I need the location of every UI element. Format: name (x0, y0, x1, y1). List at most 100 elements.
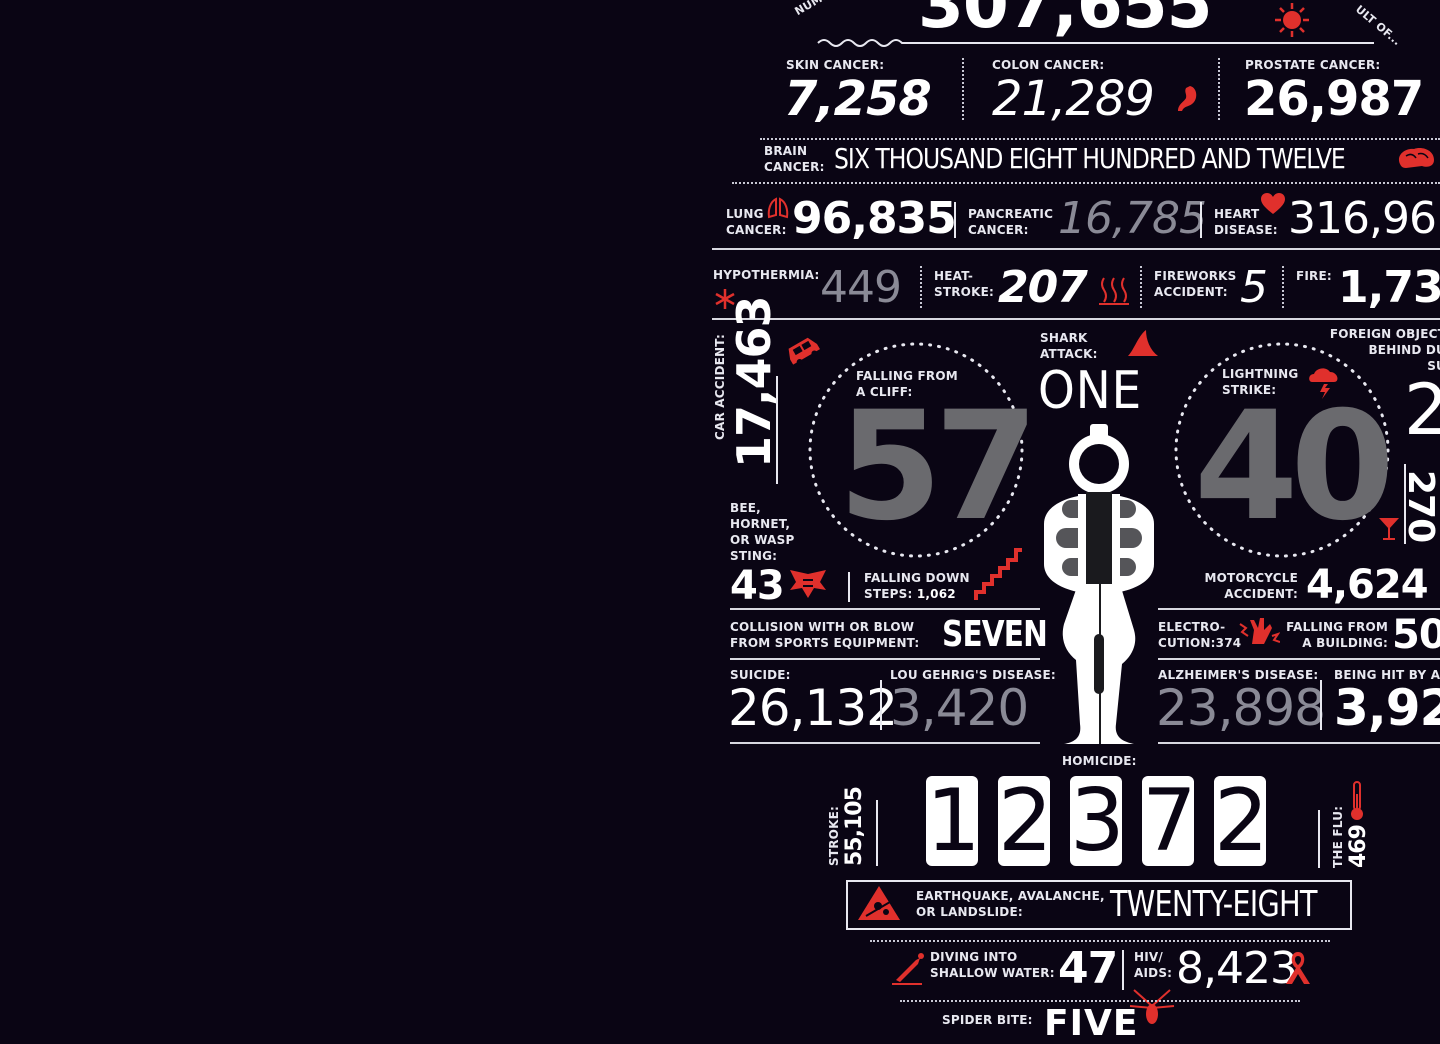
bee-label-line3: OR WASP (730, 533, 795, 547)
diving-label: DIVING INTO SHALLOW WATER: (930, 949, 1055, 981)
divider (776, 376, 778, 484)
diving-label-line2: SHALLOW WATER: (930, 966, 1055, 980)
divider (1200, 202, 1202, 238)
heatstroke-value: 207 (998, 262, 1088, 313)
fireworks-label-line2: ACCIDENT: (1154, 285, 1228, 299)
bee-sting-value: 43 (730, 563, 785, 609)
bee-label-line1: BEE, (730, 501, 761, 515)
earthquake-value: TWENTY-EIGHT (1110, 884, 1317, 925)
homicide-digit: 3 (1070, 776, 1122, 866)
falling-building-value: 50 (1392, 612, 1440, 658)
shark-label-line2: ATTACK: (1040, 347, 1098, 361)
divider (880, 680, 882, 730)
bee-icon (790, 570, 826, 598)
prostate-cancer-value: 26,987 (1244, 71, 1424, 127)
pancreatic-cancer-value: 16,785 (1058, 193, 1207, 244)
heatstroke-label-line2: STROKE: (934, 285, 994, 299)
hiv-label-line2: AIDS: (1134, 966, 1173, 980)
pancreatic-cancer-label-line1: PANCREATIC (968, 207, 1054, 221)
divider (870, 940, 1330, 942)
heatstroke-label: HEAT- STROKE: (934, 268, 994, 300)
hypothermia-label: HYPOTHERMIA: (713, 268, 820, 282)
alzheimers-value: 23,898 (1156, 679, 1326, 737)
earthquake-label: EARTHQUAKE, AVALANCHE, OR LANDSLIDE: (916, 888, 1105, 920)
divider (900, 1000, 1300, 1002)
car-accident-value: 17,463 (727, 296, 781, 468)
heatstroke-label-line1: HEAT- (934, 269, 973, 283)
hiv-aids-label: HIV/ AIDS: (1134, 949, 1172, 981)
colon-cancer-value: 21,289 (992, 71, 1155, 127)
sports-equipment-value: SEVEN (942, 614, 1048, 655)
lung-cancer-label-line2: CANCER: (726, 223, 787, 237)
motorcycle-label-line1: MOTORCYCLE (1204, 571, 1298, 585)
homicide-digit: 2 (998, 776, 1050, 866)
homicide-digit: 7 (1142, 776, 1194, 866)
shark-attack-value: ONE (1038, 361, 1143, 421)
homicide-digit: 2 (1214, 776, 1266, 866)
divider (962, 58, 964, 120)
divider (1140, 266, 1142, 308)
divider (730, 608, 1040, 610)
shark-fin-icon (1128, 330, 1158, 356)
falling-steps-value: 1,062 (916, 587, 956, 601)
divider (1158, 742, 1440, 744)
kidney-icon (1178, 86, 1197, 111)
foreign-object-value: 2 (1404, 369, 1440, 451)
earthquake-label-line1: EARTHQUAKE, AVALANCHE, (916, 889, 1105, 903)
sports-equipment-label: COLLISION WITH OR BLOW FROM SPORTS EQUIP… (730, 619, 919, 651)
heart-icon (1261, 193, 1285, 214)
motorcycle-label: MOTORCYCLE ACCIDENT: (1204, 570, 1298, 602)
fire-value: 1,737 (1338, 262, 1440, 313)
car-accident-label-text: CAR ACCIDENT: (713, 333, 727, 440)
right-side-value: 270 (1400, 470, 1440, 543)
pancreatic-cancer-label: PANCREATIC CANCER: (968, 206, 1053, 238)
homicide-label: HOMICIDE: (1062, 754, 1137, 768)
landslide-warning-icon (858, 886, 900, 920)
earthquake-label-line2: OR LANDSLIDE: (916, 905, 1023, 919)
cliff-value: 57 (838, 380, 1039, 554)
skin-cancer-value: 7,258 (784, 71, 932, 127)
electro-label-line2: CUTION: (1158, 636, 1216, 650)
lightning-value: 40 (1194, 380, 1395, 554)
sports-label-line1: COLLISION WITH OR BLOW (730, 620, 915, 634)
divider (1282, 266, 1284, 308)
divider (1158, 658, 1440, 660)
lungs-icon (767, 197, 789, 219)
sun-icon (1275, 3, 1309, 37)
electric-hand-icon (1239, 618, 1280, 644)
building-label-line2: A BUILDING: (1302, 636, 1388, 650)
shark-attack-label: SHARK ATTACK: (1040, 330, 1098, 362)
divider (954, 202, 956, 238)
sports-label-line2: FROM SPORTS EQUIPMENT: (730, 636, 920, 650)
electro-label-line1: ELECTRO- (1158, 620, 1226, 634)
steps-label-line2: STEPS: (864, 587, 913, 601)
falling-building-label: FALLING FROM A BUILDING: (1282, 619, 1388, 651)
flu-label: THE FLU: (1330, 806, 1346, 868)
divider (732, 182, 1440, 184)
hypothermia-value: 449 (820, 262, 902, 313)
fireworks-label: FIREWORKS ACCIDENT: (1154, 268, 1237, 300)
brain-icon (1398, 148, 1434, 168)
header-left-caption: NUMB (792, 0, 833, 19)
hiv-label-line1: HIV/ (1134, 950, 1163, 964)
spider-bite-value: FIVE (1044, 1003, 1139, 1044)
car-accident-label: CAR ACCIDENT: (712, 334, 728, 440)
diver-icon (892, 953, 924, 985)
bee-sting-label: BEE, HORNET, OR WASP STING: (730, 500, 794, 564)
hit-by-car-value: 3,920 (1334, 679, 1440, 737)
steps-label-line1: FALLING DOWN (864, 571, 970, 585)
aids-ribbon-icon (1286, 952, 1310, 984)
revolver-icon (1044, 424, 1154, 744)
brain-cancer-value: SIX THOUSAND EIGHT HUNDRED AND TWELVE (834, 142, 1346, 175)
building-label-line1: FALLING FROM (1286, 620, 1388, 634)
brain-cancer-label-line1: BRAIN (764, 144, 808, 158)
heart-disease-value: 316,96 (1288, 193, 1437, 244)
homicide-digit: 1 (926, 776, 978, 866)
brain-cancer-label: BRAIN CANCER: (764, 143, 825, 175)
divider (730, 742, 1040, 744)
divider (712, 248, 1440, 250)
suicide-value: 26,132 (728, 679, 898, 737)
divider (848, 572, 850, 602)
header-wave-line (817, 39, 1374, 47)
cocktail-icon (1379, 518, 1399, 540)
